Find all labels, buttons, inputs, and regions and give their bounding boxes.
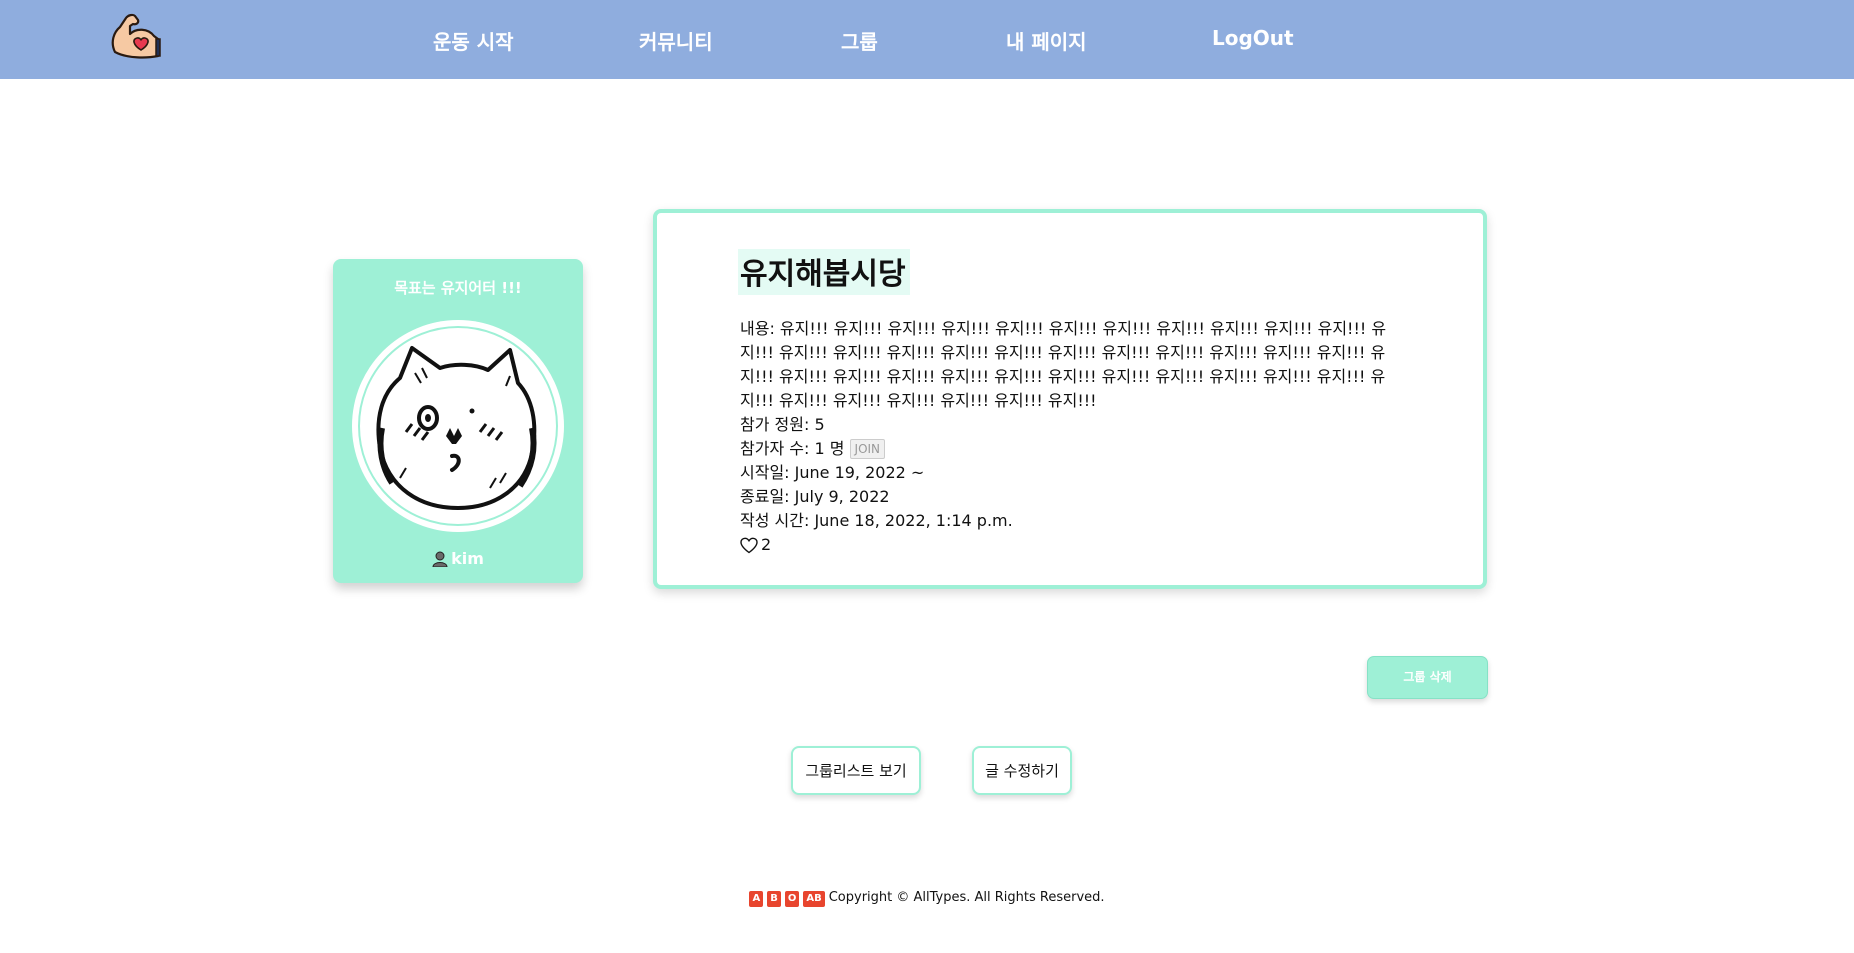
group-participants-row: 참가자 수: 1 명 JOIN [740, 437, 1400, 461]
group-participants: 참가자 수: 1 명 [740, 439, 845, 458]
nav-logout[interactable]: LogOut [1212, 26, 1294, 50]
group-title: 유지해봅시당 [738, 249, 910, 295]
group-detail-card: 유지해봅시당 내용: 유지!!! 유지!!! 유지!!! 유지!!! 유지!!!… [653, 209, 1487, 589]
profile-username: kim [333, 549, 583, 571]
join-button[interactable]: JOIN [849, 439, 886, 459]
group-likes-row: 2 [740, 533, 1400, 561]
flexed-arm-heart-logo-icon[interactable] [108, 12, 162, 62]
footer: A B O AB Copyright © AllTypes. All Rights Re… [0, 890, 1854, 907]
user-icon [432, 551, 448, 571]
top-navigation-bar: 운동 시작 커뮤니티 그룹 내 페이지 LogOut [0, 0, 1854, 79]
blood-type-a-badge: A [749, 891, 764, 907]
group-capacity: 참가 정원: 5 [740, 415, 825, 434]
blood-type-ab-badge: AB [803, 891, 825, 907]
group-end-date: 종료일: July 9, 2022 [740, 487, 890, 506]
heart-icon[interactable] [740, 537, 758, 561]
username-text[interactable]: kim [451, 549, 484, 568]
nav-group[interactable]: 그룹 [841, 26, 878, 55]
cat-avatar-image [376, 346, 537, 510]
group-content: 내용: 유지!!! 유지!!! 유지!!! 유지!!! 유지!!! 유지!!! … [740, 319, 1387, 410]
likes-count: 2 [761, 535, 772, 554]
blood-type-o-badge: O [784, 891, 800, 907]
blood-type-b-badge: B [767, 891, 781, 907]
group-created-time: 작성 시간: June 18, 2022, 1:14 p.m. [740, 511, 1013, 530]
delete-group-button[interactable]: 그룹 삭제 [1367, 656, 1488, 699]
copyright-text: Copyright © AllTypes. All Rights Reserve… [828, 890, 1105, 905]
edit-post-button[interactable]: 글 수정하기 [972, 746, 1072, 795]
avatar [352, 320, 564, 532]
profile-goal: 목표는 유지어터 !!! [394, 279, 522, 297]
group-start-date: 시작일: June 19, 2022 ~ [740, 463, 925, 482]
nav-start-exercise[interactable]: 운동 시작 [433, 26, 514, 55]
profile-card: 목표는 유지어터 !!! kim [333, 259, 583, 583]
nav-my-page[interactable]: 내 페이지 [1006, 26, 1087, 55]
group-list-button[interactable]: 그룹리스트 보기 [791, 746, 921, 795]
nav-community[interactable]: 커뮤니티 [639, 26, 713, 55]
